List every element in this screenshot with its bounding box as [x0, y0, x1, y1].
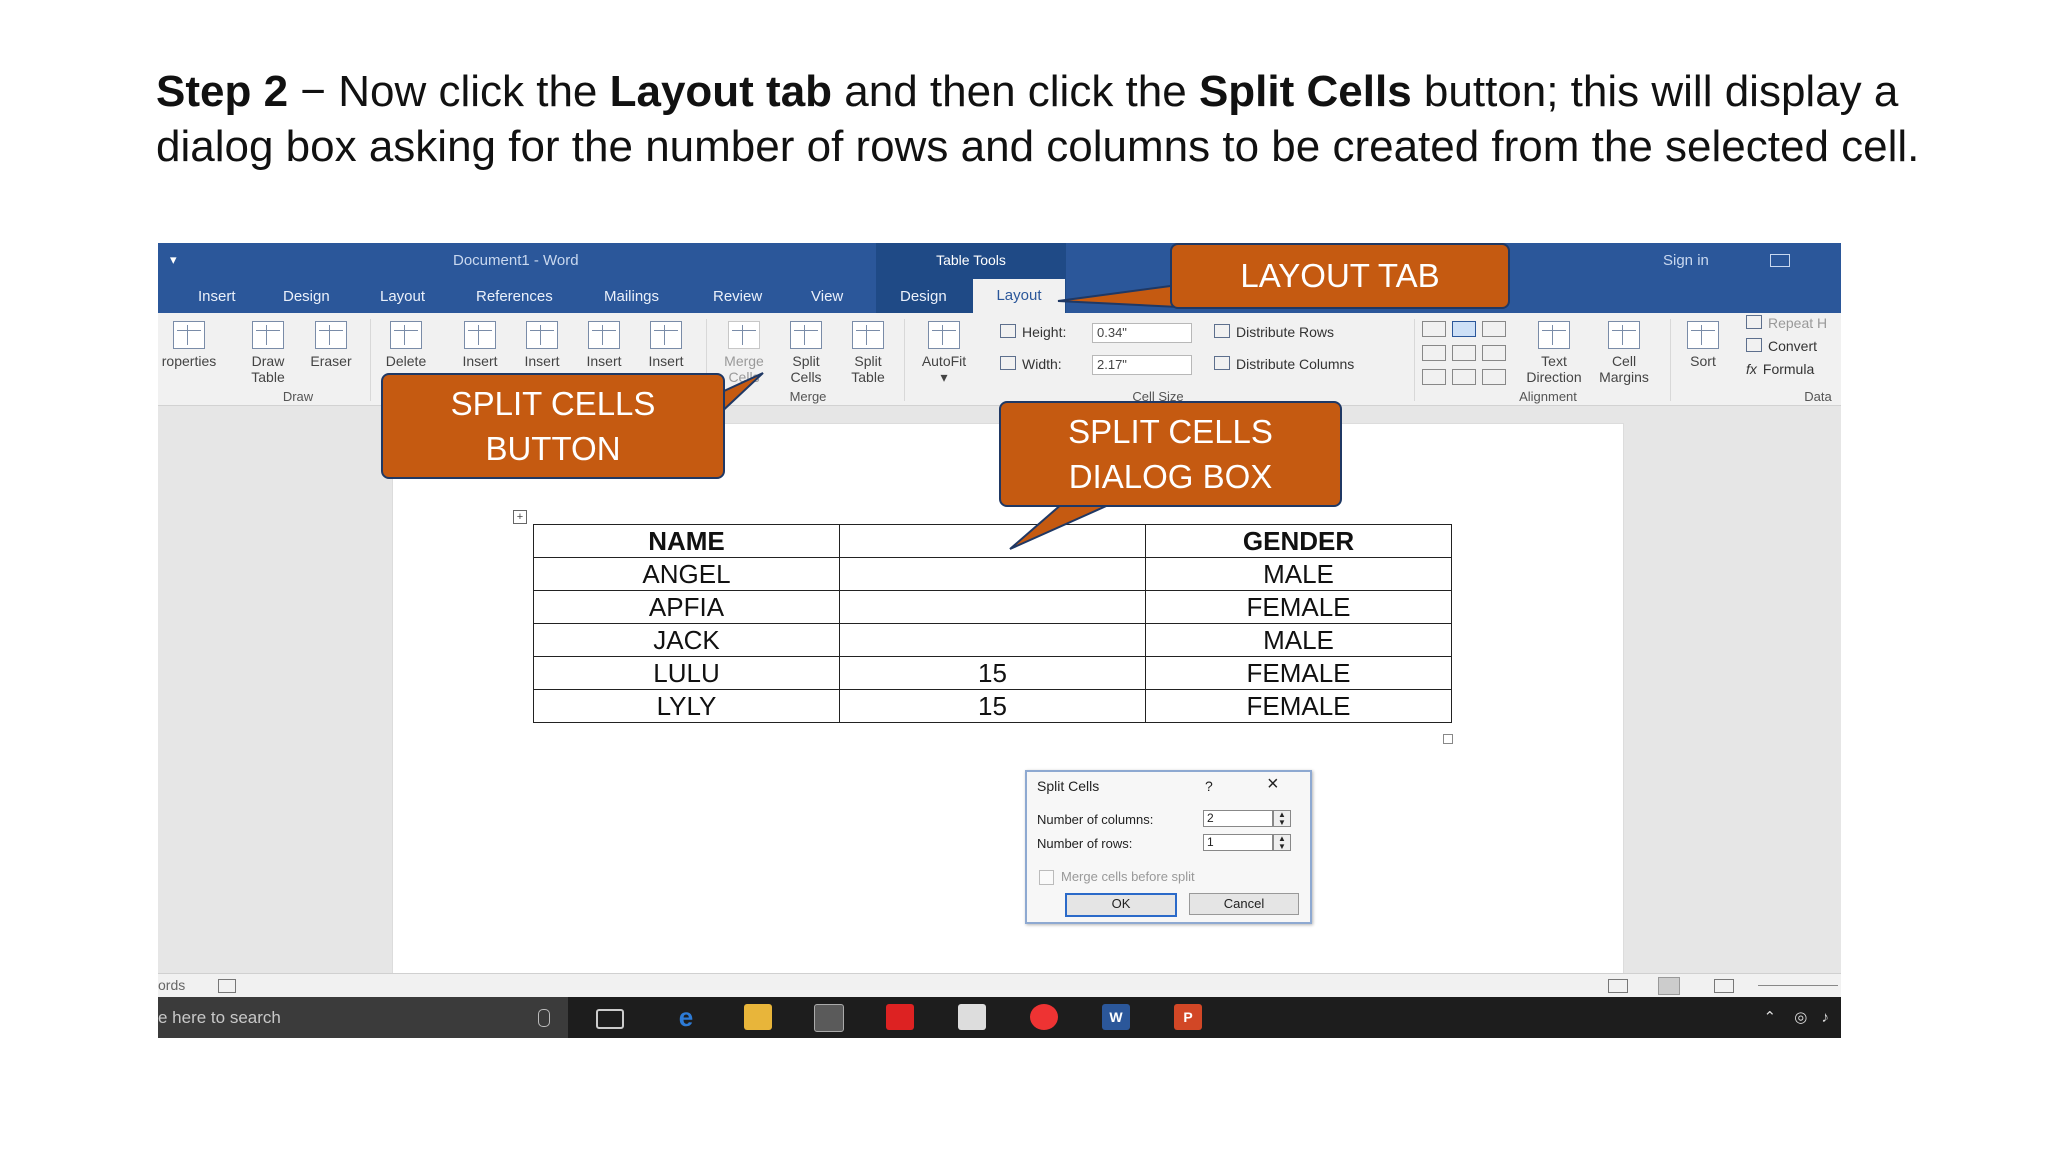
split-cells-button-callout: SPLIT CELLS BUTTON	[381, 373, 725, 479]
instruction-layout-tab: Layout tab	[609, 67, 833, 116]
instruction-text: Step 2 − Now click the Layout tab and th…	[156, 64, 1946, 174]
instruction-split-cells: Split Cells	[1198, 67, 1412, 116]
layout-tab-callout: LAYOUT TAB	[1170, 243, 1510, 309]
dialog-pointer	[1009, 502, 1114, 550]
word-screenshot: ▾ Document1 - Word Sign in Insert Design…	[158, 243, 1841, 1038]
layout-tab-pointer	[1057, 283, 1179, 309]
step-label: Step 2	[156, 67, 289, 116]
callout-pointers	[696, 283, 1179, 550]
callout-line: SPLIT CELLS	[450, 385, 656, 422]
instruction-part: − Now click the	[288, 67, 610, 116]
instruction-part: and then click the	[832, 67, 1199, 116]
callout-line: SPLIT CELLS	[1068, 413, 1273, 450]
callout-line: DIALOG BOX	[1068, 458, 1273, 495]
split-cells-dialog-callout: SPLIT CELLS DIALOG BOX	[999, 401, 1342, 507]
callout-line: BUTTON	[485, 430, 621, 467]
